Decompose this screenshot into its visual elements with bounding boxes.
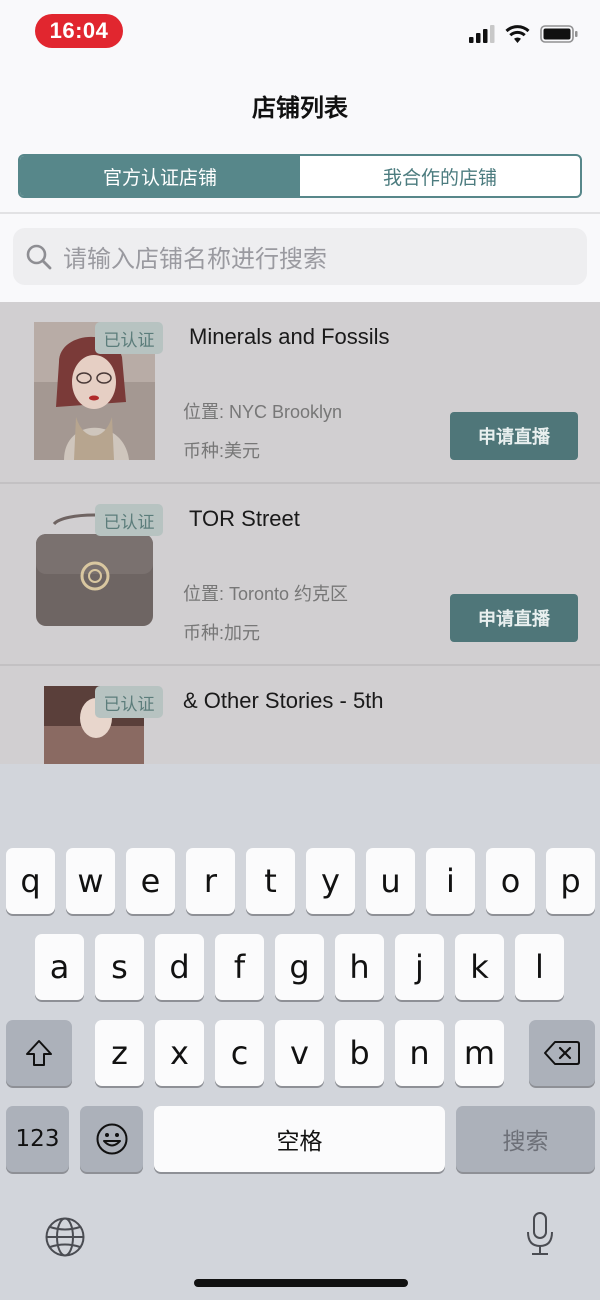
header-divider bbox=[0, 212, 600, 214]
store-name: TOR Street bbox=[189, 506, 300, 531]
key-t[interactable]: t bbox=[246, 848, 295, 914]
key-z[interactable]: z bbox=[95, 1020, 144, 1086]
emoji-key[interactable] bbox=[80, 1106, 143, 1172]
key-f[interactable]: f bbox=[215, 934, 264, 1000]
numbers-key[interactable]: 123 bbox=[6, 1106, 69, 1172]
store-currency: 币种:加元 bbox=[183, 623, 261, 643]
key-i[interactable]: i bbox=[426, 848, 475, 914]
store-currency: 币种:美元 bbox=[183, 441, 261, 461]
apply-live-button[interactable]: 申请直播 bbox=[450, 594, 578, 642]
key-h[interactable]: h bbox=[335, 934, 384, 1000]
key-m[interactable]: m bbox=[455, 1020, 504, 1086]
status-time: 16:04 bbox=[35, 14, 123, 48]
key-y[interactable]: y bbox=[306, 848, 355, 914]
store-list: 已认证 Minerals and Fossils 位置: NYC Brookly… bbox=[0, 302, 600, 764]
store-name: & Other Stories - 5th bbox=[183, 688, 384, 713]
keyboard: q w e r t y u i o p a s d f g h j k l z … bbox=[0, 764, 600, 1300]
store-type-tabs: 官方认证店铺 我合作的店铺 bbox=[18, 154, 582, 198]
search-bar[interactable]: 请输入店铺名称进行搜索 bbox=[13, 228, 587, 285]
store-location: 位置: Toronto 约克区 bbox=[183, 584, 349, 604]
globe-icon[interactable] bbox=[44, 1216, 86, 1258]
verified-badge: 已认证 bbox=[95, 686, 163, 718]
key-d[interactable]: d bbox=[155, 934, 204, 1000]
key-u[interactable]: u bbox=[366, 848, 415, 914]
key-c[interactable]: c bbox=[215, 1020, 264, 1086]
delete-key[interactable] bbox=[529, 1020, 595, 1086]
key-w[interactable]: w bbox=[66, 848, 115, 914]
shift-key[interactable] bbox=[6, 1020, 72, 1086]
key-j[interactable]: j bbox=[395, 934, 444, 1000]
space-key[interactable]: 空格 bbox=[154, 1106, 445, 1172]
page-title: 店铺列表 bbox=[252, 95, 348, 122]
verified-badge: 已认证 bbox=[95, 322, 163, 354]
key-o[interactable]: o bbox=[486, 848, 535, 914]
store-name: Minerals and Fossils bbox=[189, 324, 390, 349]
search-key[interactable]: 搜索 bbox=[456, 1106, 595, 1172]
battery-icon bbox=[540, 25, 578, 43]
key-e[interactable]: e bbox=[126, 848, 175, 914]
tab-official-stores[interactable]: 官方认证店铺 bbox=[20, 156, 300, 196]
home-indicator bbox=[194, 1279, 408, 1287]
store-row[interactable]: 已认证 TOR Street 位置: Toronto 约克区 币种:加元 申请直… bbox=[0, 484, 600, 666]
emoji-icon bbox=[96, 1123, 127, 1155]
key-p[interactable]: p bbox=[546, 848, 595, 914]
shift-icon bbox=[26, 1040, 52, 1066]
search-input[interactable]: 请输入店铺名称进行搜索 bbox=[63, 239, 327, 274]
key-b[interactable]: b bbox=[335, 1020, 384, 1086]
delete-icon bbox=[544, 1041, 580, 1065]
store-row[interactable]: 已认证 Minerals and Fossils 位置: NYC Brookly… bbox=[0, 302, 600, 484]
apply-live-button[interactable]: 申请直播 bbox=[450, 412, 578, 460]
tab-partner-stores[interactable]: 我合作的店铺 bbox=[300, 156, 580, 196]
key-s[interactable]: s bbox=[95, 934, 144, 1000]
key-g[interactable]: g bbox=[275, 934, 324, 1000]
key-n[interactable]: n bbox=[395, 1020, 444, 1086]
key-a[interactable]: a bbox=[35, 934, 84, 1000]
microphone-icon[interactable] bbox=[524, 1210, 556, 1258]
key-v[interactable]: v bbox=[275, 1020, 324, 1086]
key-k[interactable]: k bbox=[455, 934, 504, 1000]
wifi-icon bbox=[505, 25, 530, 43]
verified-badge: 已认证 bbox=[95, 504, 163, 536]
key-r[interactable]: r bbox=[186, 848, 235, 914]
status-icons bbox=[469, 25, 578, 43]
store-row[interactable]: 已认证 & Other Stories - 5th bbox=[0, 666, 600, 764]
key-q[interactable]: q bbox=[6, 848, 55, 914]
search-icon bbox=[26, 244, 52, 269]
key-l[interactable]: l bbox=[515, 934, 564, 1000]
key-x[interactable]: x bbox=[155, 1020, 204, 1086]
signal-icon bbox=[469, 25, 495, 43]
status-bar: 16:04 bbox=[0, 0, 600, 62]
store-location: 位置: NYC Brooklyn bbox=[183, 402, 343, 422]
